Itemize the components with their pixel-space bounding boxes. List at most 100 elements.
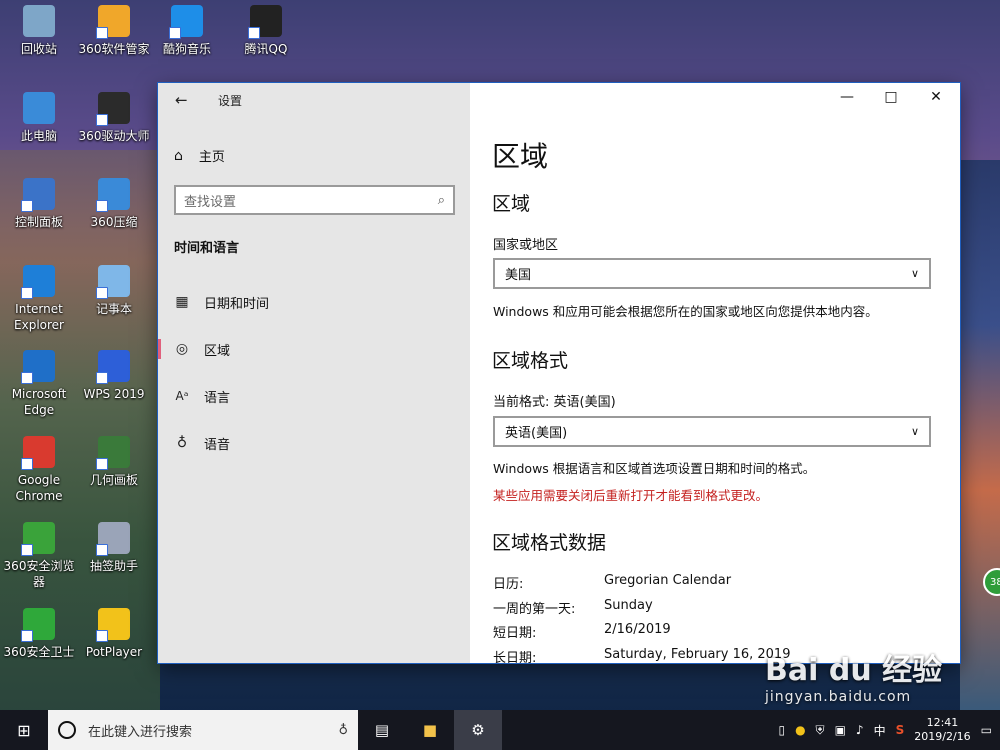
taskbar-search[interactable]: 在此键入进行搜索 ♁ [48,710,358,750]
desktop-icon-label: 记事本 [95,302,132,316]
settings-taskbar-button[interactable]: ⚙ [454,710,502,750]
country-description: Windows 和应用可能会根据您所在的国家或地区向您提供本地内容。 [493,304,878,319]
desktop-icon[interactable]: 360软件管家 [75,5,153,57]
window-title: 设置 [218,94,243,108]
desktop-icon-label: 酷狗音乐 [162,42,211,56]
desktop-icon[interactable]: Google Chrome [0,436,78,504]
360-tray-icon[interactable]: ● [795,723,805,737]
country-label: 国家或地区 [493,238,559,253]
nav-item-speech[interactable]: ♁ 语音 [158,423,470,463]
desktop-icon[interactable]: 360安全卫士 [0,608,78,660]
sogou-icon[interactable]: S [896,723,905,737]
desktop-icon[interactable]: 腾讯QQ [227,5,305,57]
maximize-button[interactable]: □ [876,89,906,105]
usb-icon[interactable]: ▯ [778,723,785,737]
desktop-icon[interactable]: 回收站 [0,5,78,57]
desktop-icon[interactable]: 抽签助手 [75,522,153,574]
chevron-down-icon: ∨ [910,425,919,438]
language-icon: Aᵃ [175,389,189,403]
format-data-row: 日历: Gregorian Calendar [493,573,923,592]
potplayer-icon [96,608,130,642]
format-data-key: 短日期: [493,626,537,641]
desktop-icon-label: 抽签助手 [89,559,138,573]
nav-item-label: 区域 [204,343,231,359]
notepad-icon [96,265,130,299]
taskbar-search-input[interactable]: 在此键入进行搜索 [88,721,326,740]
desktop-icon[interactable]: 控制面板 [0,178,78,230]
page-title: 区域 [492,140,549,173]
format-data-key: 一周的第一天: [493,602,576,617]
minimize-button[interactable]: — [832,89,862,105]
taskbar: ⊞ 在此键入进行搜索 ♁ ▤ ■ ⚙ ▯ ● ⛨ ▣ ♪ 中 S 12:41 2… [0,710,1000,750]
nav-item-date-time[interactable]: ▦ 日期和时间 [158,282,470,322]
format-dropdown[interactable]: 英语(美国) ∨ [493,416,931,447]
kugou-music-icon [169,5,203,39]
desktop-icon-label: 360驱动大师 [78,129,150,143]
close-button[interactable]: ✕ [921,89,951,105]
start-button[interactable]: ⊞ [0,710,48,750]
shield-icon[interactable]: ⛨ [816,723,825,738]
desktop-icon[interactable]: WPS 2019 [75,350,153,402]
desktop-icon[interactable]: Microsoft Edge [0,350,78,418]
nav-item-language[interactable]: Aᵃ 语言 [158,376,470,416]
desktop-icon[interactable]: 此电脑 [0,92,78,144]
clock-date: 2019/2/16 [914,730,971,743]
ime-indicator[interactable]: 中 [874,722,886,739]
360-zip-icon [96,178,130,212]
format-data-value: 2/16/2019 [604,622,671,637]
desktop-icon[interactable]: 酷狗音乐 [148,5,226,57]
lottery-helper-icon [96,522,130,556]
format-data-value: Sunday [604,598,653,613]
wps-icon [96,350,130,384]
clock[interactable]: 12:41 2019/2/16 [914,716,970,744]
network-icon[interactable]: ▣ [835,723,846,737]
desktop-icon[interactable]: 记事本 [75,265,153,317]
desktop-icon[interactable]: 360压缩 [75,178,153,230]
360-security-icon [21,608,55,642]
nav-item-region[interactable]: ◎ 区域 [158,329,470,369]
gear-icon: ⚙ [471,721,485,739]
format-data-row: 短日期: 2/16/2019 [493,622,923,641]
control-panel-icon [21,178,55,212]
windows-logo-icon: ⊞ [17,720,31,740]
task-view-button[interactable]: ▤ [358,710,406,750]
settings-nav-pane: ← 设置 ⌂ 主页 查找设置 ⌕ 时间和语言 ▦ 日期和时间 ◎ 区域 Aᵃ 语… [158,83,470,663]
desktop-icon[interactable]: PotPlayer [75,608,153,660]
desktop-icon-label: Internet Explorer [14,302,64,332]
format-description: Windows 根据语言和区域首选项设置日期和时间的格式。 [493,461,816,476]
desktop-icon[interactable]: 几何画板 [75,436,153,488]
desktop-icon-label: Google Chrome [15,473,63,503]
calendar-clock-icon: ▦ [175,294,189,310]
desktop-icon-label: 回收站 [20,42,57,56]
search-input[interactable]: 查找设置 [184,191,236,210]
desktop-icon-label: 360软件管家 [78,42,150,56]
microphone-icon[interactable]: ♁ [338,723,348,738]
format-data-key: 长日期: [493,651,537,663]
360-software-manager-icon [96,5,130,39]
back-arrow-icon[interactable]: ← [175,91,188,109]
360-browser-icon [21,522,55,556]
desktop-scenery-right [960,160,1000,710]
globe-icon: ◎ [175,341,189,357]
microphone-icon: ♁ [176,435,188,451]
settings-content: — □ ✕ 区域 区域 国家或地区 美国 ∨ Windows 和应用可能会根据您… [470,83,960,663]
chrome-icon [21,436,55,470]
notification-icon[interactable]: ▭ [981,723,992,737]
desktop-icon[interactable]: 360安全浏览器 [0,522,78,590]
country-value: 美国 [505,268,532,283]
find-setting-search[interactable]: 查找设置 ⌕ [174,185,455,215]
volume-icon[interactable]: ♪ [856,723,864,737]
nav-home-label: 主页 [198,150,225,165]
desktop-icon[interactable]: Internet Explorer [0,265,78,333]
clock-time: 12:41 [926,716,959,729]
country-dropdown[interactable]: 美国 ∨ [493,258,931,289]
task-view-icon: ▤ [374,721,390,739]
edge-icon [21,350,55,384]
nav-home[interactable]: ⌂ 主页 [174,146,225,166]
format-data-value: Saturday, February 16, 2019 [604,647,791,662]
folder-icon: ■ [422,721,438,739]
file-explorer-button[interactable]: ■ [406,710,454,750]
desktop-icon[interactable]: 360驱动大师 [75,92,153,144]
format-heading: 区域格式 [492,350,569,372]
baidu-watermark: Bai du 经验 jingyan.baidu.com [765,645,945,720]
